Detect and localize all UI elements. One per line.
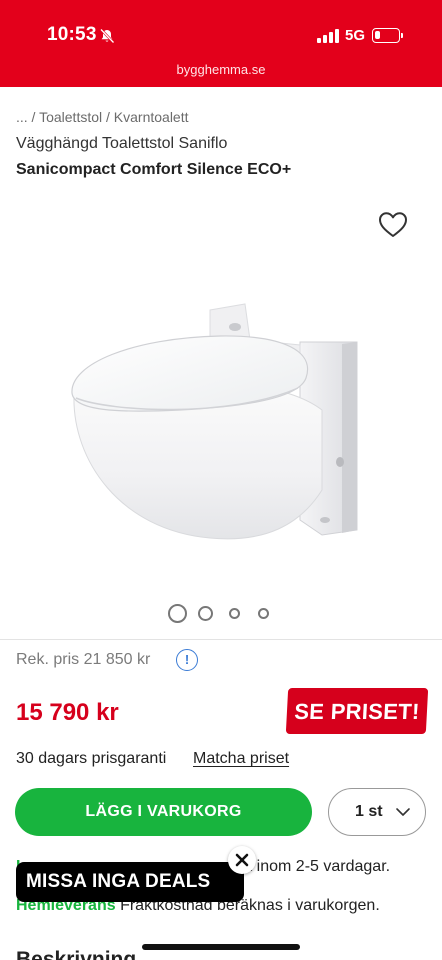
browser-url[interactable]: bygghemma.se xyxy=(0,62,442,77)
carousel-dot-2[interactable] xyxy=(198,606,213,621)
info-icon[interactable]: ! xyxy=(176,649,198,671)
chevron-down-icon xyxy=(396,808,410,816)
signal-icon xyxy=(317,29,339,43)
quantity-select[interactable]: 1 st xyxy=(328,788,426,836)
recommended-price: Rek. pris 21 850 kr xyxy=(16,651,151,668)
carousel-dot-4[interactable] xyxy=(258,608,269,619)
carousel-dot-3[interactable] xyxy=(229,608,240,619)
breadcrumb-links[interactable]: ... / Toalettstol / Kvarntoalett xyxy=(16,109,189,125)
description-heading[interactable]: Beskrivning xyxy=(16,948,136,960)
se-priset-badge: SE PRISET! xyxy=(285,688,429,734)
home-indicator[interactable] xyxy=(142,944,300,950)
add-to-cart-button[interactable]: LÄGG I VARUKORG xyxy=(15,788,312,836)
bell-off-icon xyxy=(100,28,115,44)
price-guarantee-text: 30 dagars prisgaranti xyxy=(16,750,167,767)
product-brand-line: Vägghängd Toalettstol Saniflo xyxy=(16,135,228,152)
delivery-time: t inom 2-5 vardagar. xyxy=(247,858,391,875)
image-carousel-dots[interactable] xyxy=(168,603,288,625)
network-label: 5G xyxy=(345,27,366,44)
divider xyxy=(0,639,442,640)
carousel-dot-1[interactable] xyxy=(168,604,187,623)
battery-tip xyxy=(401,33,403,38)
close-icon[interactable] xyxy=(228,846,256,874)
heart-icon[interactable] xyxy=(378,211,408,239)
breadcrumb[interactable]: ... / Toalettstol / Kvarntoalett xyxy=(16,109,189,125)
quantity-value: 1 st xyxy=(355,803,383,820)
product-image[interactable] xyxy=(60,300,370,550)
top-header: 10:53 5G bygghemma.se xyxy=(0,0,442,87)
match-price-link[interactable]: Matcha priset xyxy=(193,750,289,768)
deals-banner[interactable]: MISSA INGA DEALS xyxy=(16,862,244,902)
product-name: Sanicompact Comfort Silence ECO+ xyxy=(16,161,292,178)
price: 15 790 kr xyxy=(16,699,119,726)
status-time: 10:53 xyxy=(47,24,97,45)
battery-icon xyxy=(372,28,400,43)
